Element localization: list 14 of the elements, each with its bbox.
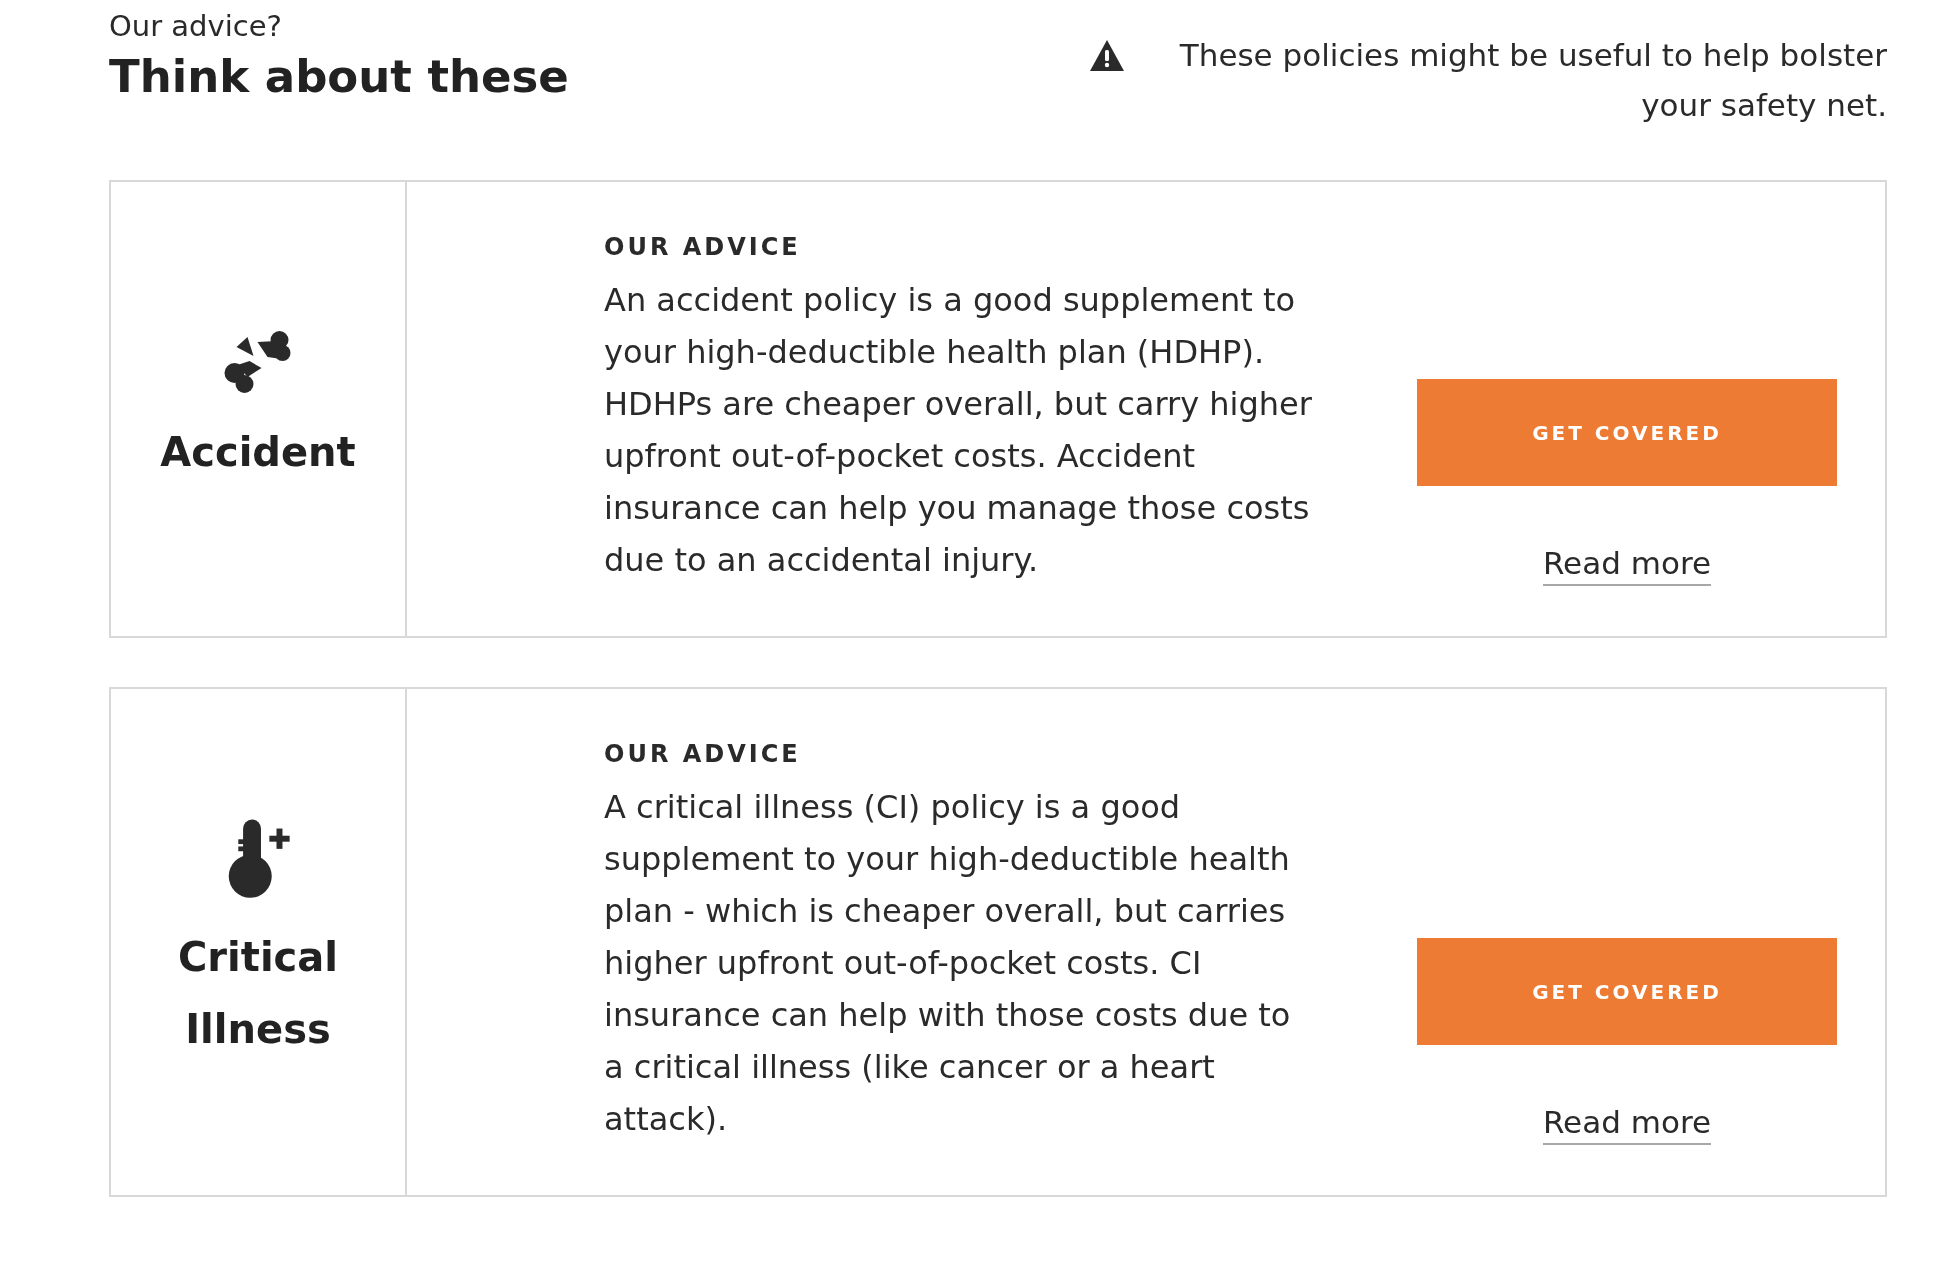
policy-name: Critical Illness [176, 933, 339, 1054]
page-title: Think about these [109, 49, 569, 104]
section-label: OUR ADVICE [604, 739, 802, 770]
eyebrow-text: Our advice? [109, 8, 283, 45]
advice-text: A critical illness (CI) policy is a good supplement to your high-deductible health plan - which is cheaper overall, but carries higher upfront out-of-pocket costs. CI insurance can help with those costs due to a critical illness (like cancer or a heart attack). [604, 787, 1292, 1140]
advice-text: An accident policy is a good supplement to your high-deductible health plan (HDHP). HDHPs are cheaper overall, but carry higher upfront out-of-pocket costs. Accident insurance can help you manage those costs due to an accidental injury. [604, 280, 1313, 581]
policy-name: Accident [160, 427, 356, 477]
info-note: These policies might be useful to help bolster your safety net. [1178, 36, 1887, 125]
section-label: OUR ADVICE [604, 232, 802, 263]
broken-pieces-icon [224, 330, 292, 394]
read-more-link[interactable]: Read more [1542, 1103, 1712, 1145]
read-more-link[interactable]: Read more [1542, 544, 1712, 586]
warning-icon [1090, 40, 1124, 71]
thermometer-plus-icon [226, 819, 290, 899]
